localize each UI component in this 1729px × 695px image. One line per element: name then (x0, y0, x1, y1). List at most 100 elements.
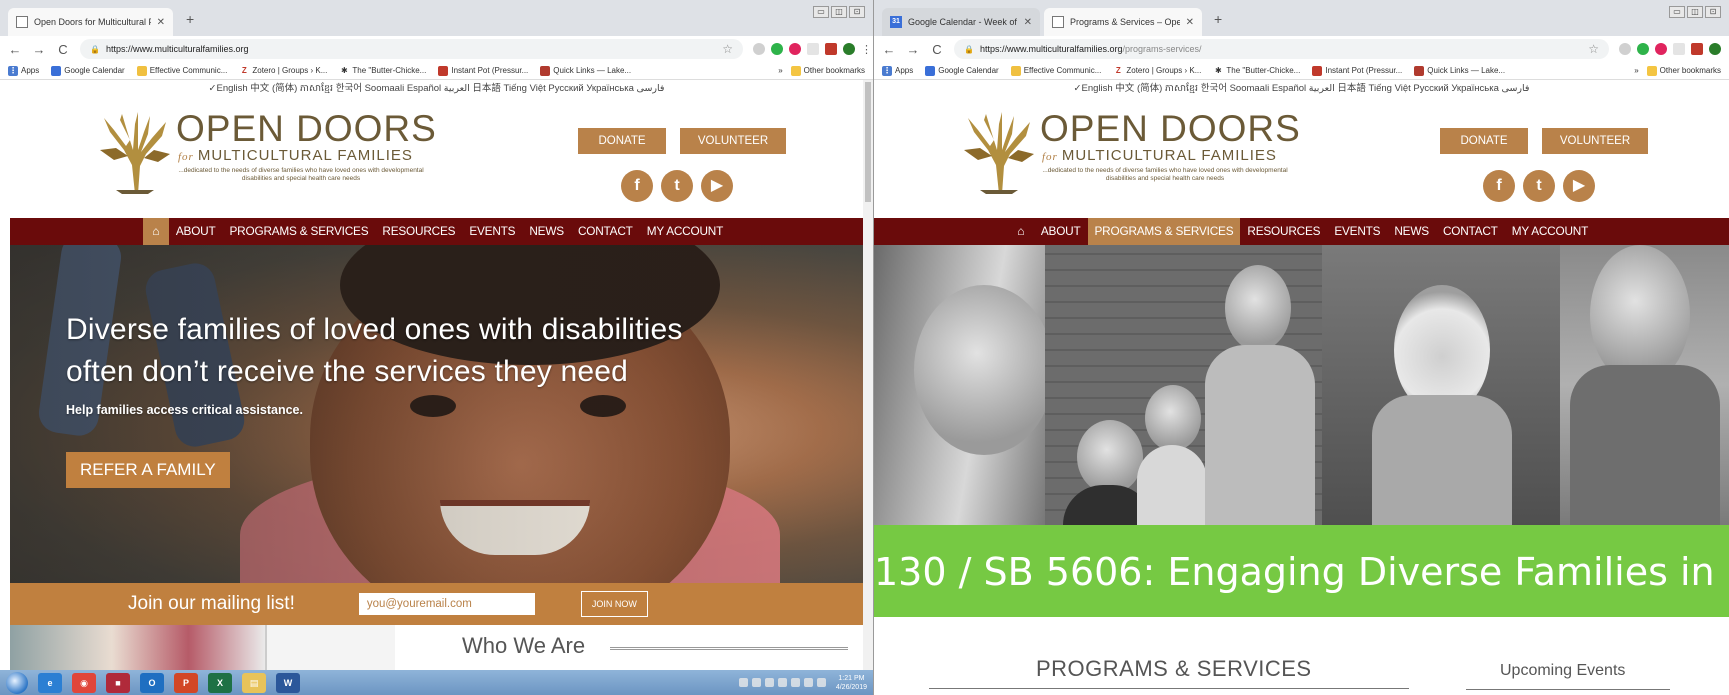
powerpoint-icon[interactable]: P (174, 672, 198, 693)
folder-icon[interactable]: ▤ (242, 672, 266, 693)
excel-icon[interactable]: X (208, 672, 232, 693)
bookmark-apps[interactable]: ⋮ Apps (8, 65, 39, 76)
nav-events[interactable]: EVENTS (462, 218, 522, 245)
bookmark-instant-pot[interactable]: Instant Pot (Pressur... (438, 65, 528, 76)
youtube-icon[interactable]: ▶ (701, 170, 733, 202)
system-clock[interactable]: 1:21 PM 4/26/2019 (836, 674, 867, 692)
extension-icon[interactable] (807, 43, 819, 55)
youtube-icon[interactable]: ▶ (1563, 170, 1595, 202)
close-window-button[interactable]: ⊡ (1705, 6, 1721, 18)
nav-programs-services[interactable]: PROGRAMS & SERVICES (1087, 218, 1241, 245)
bookmark-effective[interactable]: Effective Communic... (136, 65, 227, 76)
volunteer-button[interactable]: VOLUNTEER (1542, 128, 1648, 154)
bookmark-star-icon[interactable]: ☆ (1588, 42, 1599, 56)
nav-my-account[interactable]: MY ACCOUNT (640, 218, 730, 245)
address-bar[interactable]: 🔒 https://www.multiculturalfamilies.org … (80, 39, 743, 59)
tray-icon[interactable] (803, 678, 813, 687)
tab-programs-services[interactable]: Programs & Services – Open Do ✕ (1044, 8, 1202, 36)
menu-kebab-icon[interactable]: ⋮ (861, 43, 872, 56)
donate-button[interactable]: DONATE (578, 128, 666, 154)
language-selector[interactable]: ✓English 中文 (简体) ភាសាខ្មែរ 한국어 Soomaali … (0, 80, 873, 98)
profile-avatar[interactable] (843, 43, 855, 55)
back-arrow-icon[interactable]: ← (8, 42, 22, 57)
nav-about[interactable]: ABOUT (1034, 218, 1088, 245)
close-tab-icon[interactable]: ✕ (1024, 17, 1032, 28)
bookmark-star-icon[interactable]: ☆ (722, 42, 733, 56)
facebook-icon[interactable]: f (1483, 170, 1515, 202)
extension-icon[interactable] (789, 43, 801, 55)
extension-icon[interactable] (1619, 43, 1631, 55)
join-now-button[interactable]: JOIN NOW (580, 591, 648, 617)
tray-icon[interactable] (751, 678, 761, 687)
nav-resources[interactable]: RESOURCES (375, 218, 462, 245)
minimize-button[interactable]: ▭ (813, 6, 829, 18)
page-scrollbar[interactable] (863, 80, 873, 670)
other-bookmarks[interactable]: Other bookmarks (1646, 65, 1721, 76)
tab-open-doors[interactable]: Open Doors for Multicultural Fam ✕ (8, 8, 173, 36)
bookmarks-overflow[interactable]: » (778, 66, 782, 75)
bookmark-butter-chicken[interactable]: ✱ The "Butter-Chicke... (339, 66, 426, 76)
nav-news[interactable]: NEWS (1387, 218, 1436, 245)
close-window-button[interactable]: ⊡ (849, 6, 865, 18)
close-tab-icon[interactable]: ✕ (1186, 17, 1194, 28)
bookmark-zotero[interactable]: Z Zotero | Groups › K... (239, 66, 327, 76)
other-bookmarks[interactable]: Other bookmarks (790, 65, 865, 76)
bookmark-google-calendar[interactable]: Google Calendar (925, 65, 999, 76)
scrollbar-thumb[interactable] (865, 82, 871, 202)
maximize-button[interactable]: ◫ (1687, 6, 1703, 18)
new-tab-button[interactable]: + (1214, 11, 1222, 27)
twitter-icon[interactable]: t (661, 170, 693, 202)
refer-family-button[interactable]: REFER A FAMILY (66, 452, 230, 488)
minimize-button[interactable]: ▭ (1669, 6, 1685, 18)
bookmark-effective[interactable]: Effective Communic... (1010, 65, 1101, 76)
announcement-banner[interactable]: 130 / SB 5606: Engaging Diverse Families… (874, 525, 1729, 617)
profile-avatar[interactable] (1709, 43, 1721, 55)
extension-icon[interactable] (1655, 43, 1667, 55)
nav-events[interactable]: EVENTS (1327, 218, 1387, 245)
chrome-icon[interactable]: ◉ (72, 672, 96, 693)
reload-icon[interactable]: C (930, 42, 944, 57)
bookmark-instant-pot[interactable]: Instant Pot (Pressur... (1312, 65, 1402, 76)
volume-icon[interactable] (816, 678, 826, 687)
email-field[interactable]: you@youremail.com (358, 593, 535, 615)
extension-icon[interactable] (753, 43, 765, 55)
tray-icon[interactable] (738, 678, 748, 687)
extension-icon[interactable] (825, 43, 837, 55)
tray-icon[interactable] (790, 678, 800, 687)
tray-icon[interactable] (777, 678, 787, 687)
nav-news[interactable]: NEWS (522, 218, 571, 245)
facebook-icon[interactable]: f (621, 170, 653, 202)
forward-arrow-icon[interactable]: → (906, 42, 920, 57)
bookmark-apps[interactable]: ⋮ Apps (882, 65, 913, 76)
start-button[interactable] (6, 671, 28, 694)
tab-google-calendar[interactable]: 31 Google Calendar - Week of Apr ✕ (882, 8, 1040, 36)
bookmark-butter-chicken[interactable]: ✱ The "Butter-Chicke... (1213, 66, 1300, 76)
language-selector[interactable]: ✓English 中文 (简体) ភាសាខ្មែរ 한국어 Soomaali … (874, 80, 1729, 98)
new-tab-button[interactable]: + (186, 11, 194, 27)
nav-contact[interactable]: CONTACT (571, 218, 640, 245)
nav-my-account[interactable]: MY ACCOUNT (1505, 218, 1595, 245)
maximize-button[interactable]: ◫ (831, 6, 847, 18)
back-arrow-icon[interactable]: ← (882, 42, 896, 57)
site-logo[interactable]: OPEN DOORS for MULTICULTURAL FAMILIES ...… (96, 110, 437, 194)
reload-icon[interactable]: C (56, 42, 70, 57)
extension-icon[interactable] (1691, 43, 1703, 55)
nav-resources[interactable]: RESOURCES (1240, 218, 1327, 245)
twitter-icon[interactable]: t (1523, 170, 1555, 202)
app-icon[interactable]: ■ (106, 672, 130, 693)
bookmark-zotero[interactable]: Z Zotero | Groups › K... (1113, 66, 1201, 76)
extension-icon[interactable] (1673, 43, 1685, 55)
nav-contact[interactable]: CONTACT (1436, 218, 1505, 245)
site-logo[interactable]: OPEN DOORS for MULTICULTURAL FAMILIES ...… (960, 110, 1301, 194)
bookmark-quick-links[interactable]: Quick Links — Lake... (540, 65, 631, 76)
tray-icon[interactable] (764, 678, 774, 687)
donate-button[interactable]: DONATE (1440, 128, 1528, 154)
extension-icon[interactable] (1637, 43, 1649, 55)
home-icon[interactable]: ⌂ (142, 218, 169, 245)
bookmarks-overflow[interactable]: » (1634, 66, 1638, 75)
ie-icon[interactable]: e (38, 672, 62, 693)
bookmark-quick-links[interactable]: Quick Links — Lake... (1414, 65, 1505, 76)
bookmark-google-calendar[interactable]: Google Calendar (51, 65, 125, 76)
nav-programs-services[interactable]: PROGRAMS & SERVICES (223, 218, 376, 245)
home-icon[interactable]: ⌂ (1008, 218, 1034, 245)
